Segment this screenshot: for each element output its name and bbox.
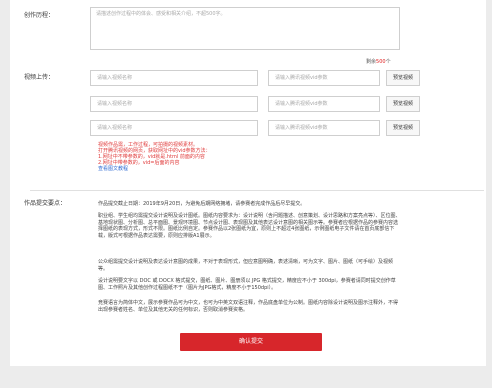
rule-deadline: 作品提交截止日期：2019年9月20日，为避免后期网络拥堵，请参赛者完成作品后尽…: [98, 201, 306, 207]
section-divider: [30, 190, 484, 191]
creation-history-textarea[interactable]: 请描述创作过程中的体会、感受和相关介绍，不超500字。: [90, 7, 400, 50]
counter-suffix: 个: [385, 59, 391, 65]
submission-rules-label: 作品提交要点：: [24, 200, 67, 207]
confirm-submit-button[interactable]: 确认提交: [180, 333, 322, 351]
preview-video-button-2[interactable]: 预览视频: [386, 96, 420, 112]
rule-language: 竞赛语言为简体中文，展示参赛作品可为中文，也可为中英文双语注释，作品底盘单位为公…: [98, 300, 399, 313]
char-counter: 剩余500个: [366, 58, 391, 65]
video-vid-input-1[interactable]: 请输入腾讯视频vid参数: [268, 70, 380, 86]
rule-file-format: 设计说明要文字以 DOC 或 DOCX 格式提交，图纸、图片、图册须以 JPG …: [98, 278, 396, 291]
tutorial-link[interactable]: 查看图文教程: [98, 166, 268, 172]
video-upload-label: 视频上传：: [24, 74, 55, 81]
preview-video-button-1[interactable]: 预览视频: [386, 70, 420, 86]
video-name-input-2[interactable]: 请输入视频名称: [90, 96, 258, 112]
counter-prefix: 剩余: [366, 59, 377, 65]
counter-value: 500: [376, 59, 386, 65]
rule-drawings: 职业组、学生组均需提交设计说明及设计图纸。图纸内容要求为：设计说明（含问题描述、…: [98, 213, 401, 239]
rule-public-group: 公众组需提交设计说明及表达设计意图的成果，不对于表现形式，但应意图明确，表述清晰…: [98, 259, 394, 272]
video-name-input-3[interactable]: 请输入视频名称: [90, 120, 258, 136]
video-notes: 视频作品需，工作过程，可拍摄的视频素材。 打开腾讯视频的网页，获取网址中的vid…: [98, 142, 268, 172]
creation-history-label: 创作历程：: [24, 12, 55, 19]
preview-video-button-3[interactable]: 预览视频: [386, 120, 420, 136]
video-vid-input-2[interactable]: 请输入腾讯视频vid参数: [268, 96, 380, 112]
video-vid-input-3[interactable]: 请输入腾讯视频vid参数: [268, 120, 380, 136]
creation-history-placeholder: 请描述创作过程中的体会、感受和相关介绍，不超500字。: [96, 11, 226, 17]
video-name-input-1[interactable]: 请输入视频名称: [90, 70, 258, 86]
submission-form-panel: 创作历程： 请描述创作过程中的体会、感受和相关介绍，不超500字。 剩余500个…: [10, 0, 486, 366]
